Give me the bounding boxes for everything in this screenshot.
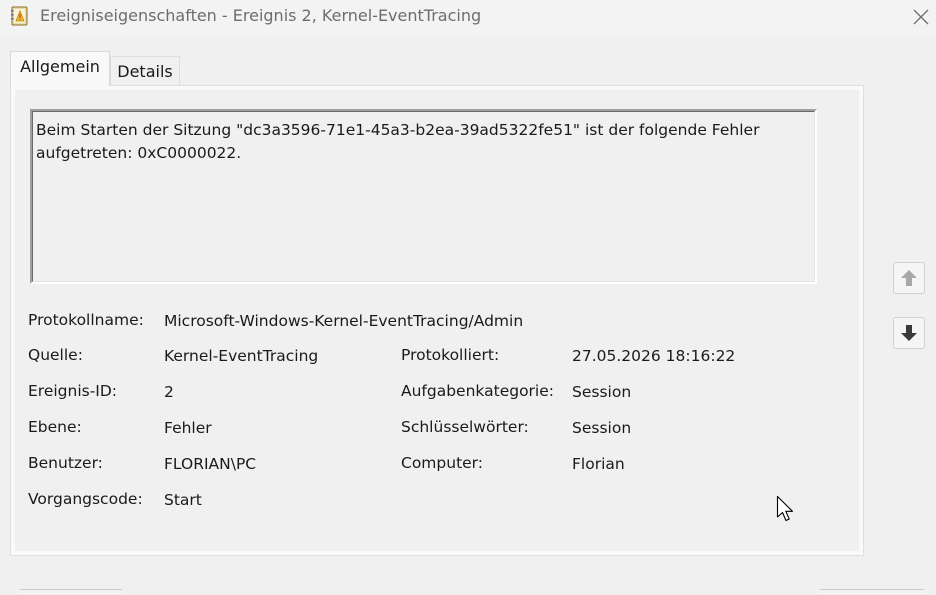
close-dialog-button-edge[interactable] (820, 589, 924, 595)
opcode-value[interactable]: Start (164, 491, 202, 509)
window-title: Ereigniseigenschaften - Ereignis 2, Kern… (40, 6, 482, 25)
task-category-label: Aufgabenkategorie: (401, 382, 554, 400)
keywords-value[interactable]: Session (572, 419, 631, 437)
mouse-cursor-icon (776, 495, 794, 522)
copy-button-edge[interactable] (20, 589, 122, 595)
logged-label: Protokolliert: (401, 346, 500, 364)
previous-event-button[interactable] (893, 262, 925, 294)
source-label: Quelle: (28, 346, 83, 364)
event-viewer-icon (11, 6, 28, 26)
tab-allgemein[interactable]: Allgemein (10, 51, 110, 86)
user-value[interactable]: FLORIAN\PC (164, 455, 256, 473)
opcode-label: Vorgangscode: (28, 490, 143, 508)
task-category-value[interactable]: Session (572, 383, 631, 401)
logged-value[interactable]: 27.05.2026 18:16:22 (572, 347, 735, 365)
event-id-label: Ereignis-ID: (28, 382, 118, 400)
log-name-value[interactable]: Microsoft-Windows-Kernel-EventTracing/Ad… (164, 312, 523, 330)
arrow-up-icon (901, 270, 917, 286)
source-value[interactable]: Kernel-EventTracing (164, 347, 318, 365)
level-label: Ebene: (28, 418, 82, 436)
keywords-label: Schlüsselwörter: (401, 418, 529, 436)
close-icon (913, 9, 929, 25)
event-message-box[interactable]: Beim Starten der Sitzung "dc3a3596-71e1-… (30, 109, 817, 284)
computer-label: Computer: (401, 454, 484, 472)
title-bar: Ereigniseigenschaften - Ereignis 2, Kern… (0, 0, 936, 36)
arrow-down-icon (901, 325, 917, 341)
level-value[interactable]: Fehler (164, 419, 212, 437)
next-event-button[interactable] (893, 317, 925, 349)
log-name-label: Protokollname: (28, 311, 144, 329)
computer-value[interactable]: Florian (572, 455, 625, 473)
close-button[interactable] (906, 2, 936, 32)
tab-details[interactable]: Details (110, 56, 180, 86)
user-label: Benutzer: (28, 454, 103, 472)
event-message-text: Beim Starten der Sitzung "dc3a3596-71e1-… (36, 121, 760, 162)
event-id-value[interactable]: 2 (164, 383, 174, 401)
